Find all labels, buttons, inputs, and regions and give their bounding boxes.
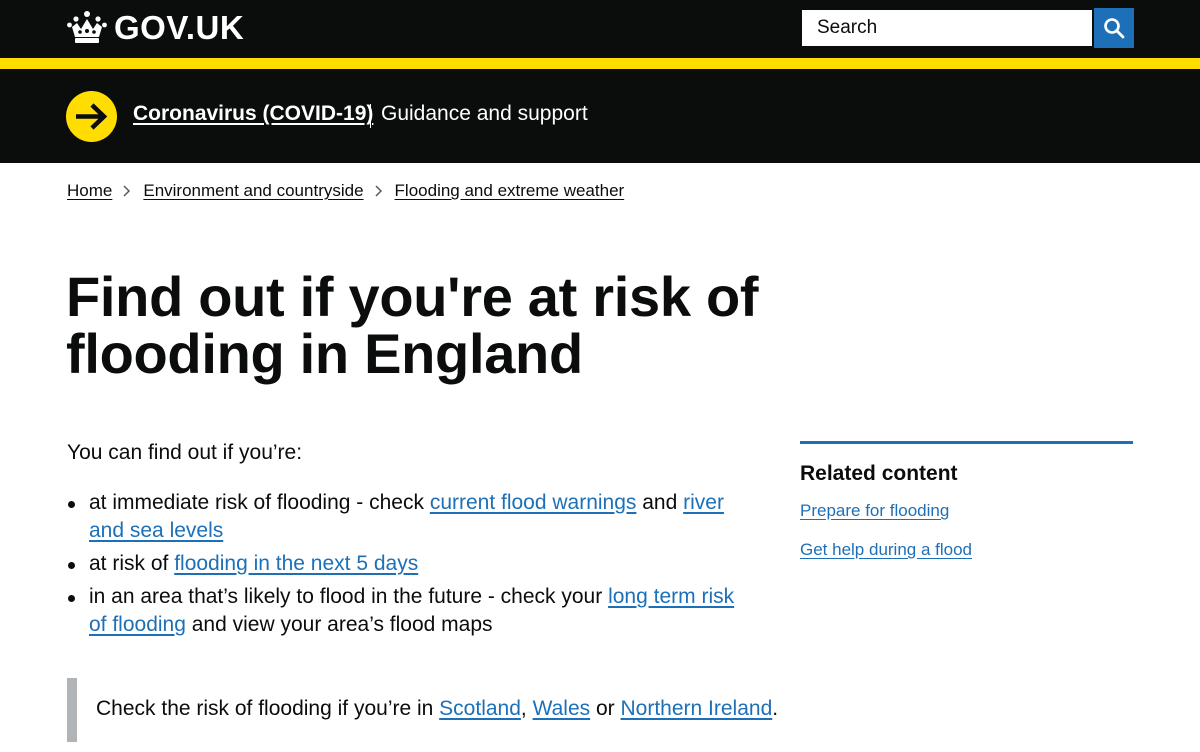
list-text: in an area that’s likely to flood in the… <box>89 585 609 608</box>
list-text: at risk of <box>89 552 175 575</box>
covid-subtitle: Guidance and support <box>381 102 588 125</box>
arrow-circle-icon <box>66 91 117 142</box>
list-item: in an area that’s likely to flood in the… <box>67 583 757 639</box>
header-accent-bar <box>0 58 1200 69</box>
related-content: Related content Prepare for flooding Get… <box>800 441 1133 578</box>
page-title: Find out if you're at risk of flooding i… <box>66 265 759 385</box>
covid-divider <box>370 104 371 128</box>
breadcrumb-environment[interactable]: Environment and countryside <box>143 181 363 201</box>
current-flood-warnings-link[interactable]: current flood warnings <box>430 491 637 514</box>
related-links: Prepare for flooding Get help during a f… <box>800 500 1133 561</box>
covid-link[interactable]: Coronavirus (COVID-19) <box>133 102 373 126</box>
breadcrumb-flooding[interactable]: Flooding and extreme weather <box>395 181 625 201</box>
search-icon <box>1104 18 1125 39</box>
list-item: at risk of flooding in the next 5 days <box>67 550 757 578</box>
northern-ireland-link[interactable]: Northern Ireland <box>621 697 773 720</box>
prepare-for-flooding-link[interactable]: Prepare for flooding <box>800 501 949 520</box>
inset-paragraph: Check the risk of flooding if you’re in … <box>96 695 778 723</box>
inset-text-block: Check the risk of flooding if you’re in … <box>67 678 787 742</box>
inset-text: or <box>590 697 621 720</box>
list-text: and <box>636 491 684 514</box>
flooding-next-5-days-link[interactable]: flooding in the next 5 days <box>174 552 418 575</box>
search-input[interactable] <box>800 8 1094 48</box>
covid-banner: Coronavirus (COVID-19) Guidance and supp… <box>0 69 1200 163</box>
breadcrumb: Home Environment and countryside Floodin… <box>67 180 624 202</box>
chevron-right-icon <box>123 185 131 197</box>
wales-link[interactable]: Wales <box>533 697 591 720</box>
search-button[interactable] <box>1094 8 1134 48</box>
get-help-during-flood-link[interactable]: Get help during a flood <box>800 540 972 559</box>
list-item: Get help during a flood <box>800 539 1133 561</box>
inset-text: , <box>520 697 533 720</box>
chevron-right-icon <box>375 185 382 197</box>
list-text: at immediate risk of flooding - check <box>89 491 430 514</box>
site-header: GOV.UK <box>0 0 1200 58</box>
scotland-link[interactable]: Scotland <box>439 697 521 720</box>
crown-icon <box>67 11 107 43</box>
inset-text: . <box>772 697 779 720</box>
list-item: Prepare for flooding <box>800 500 1133 522</box>
inset-text: Check the risk of flooding if you’re in <box>96 697 440 720</box>
list-text: and view your area’s flood maps <box>185 613 493 636</box>
govuk-logo-link[interactable]: GOV.UK <box>66 8 244 48</box>
breadcrumb-home[interactable]: Home <box>67 181 112 201</box>
list-item: at immediate risk of flooding - check cu… <box>67 489 757 545</box>
related-content-title: Related content <box>800 462 958 485</box>
risk-list: at immediate risk of flooding - check cu… <box>67 489 757 644</box>
logo-text: GOV.UK <box>114 9 245 46</box>
intro-text: You can find out if you’re: <box>67 441 303 464</box>
